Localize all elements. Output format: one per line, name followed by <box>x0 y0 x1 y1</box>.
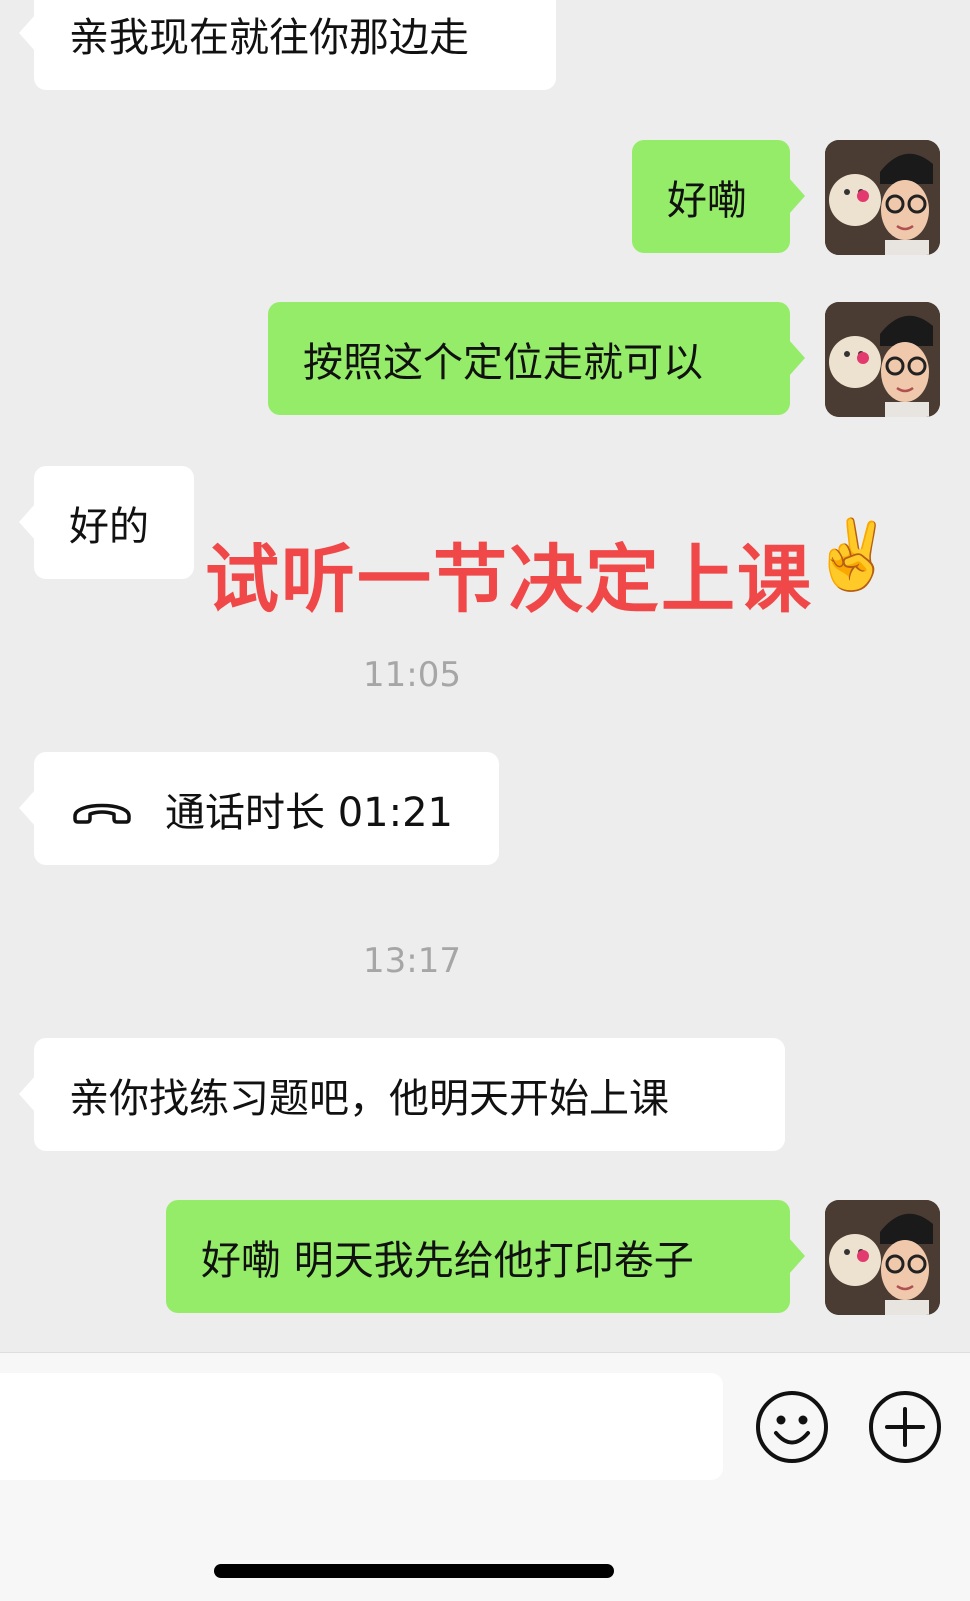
smiley-icon[interactable] <box>755 1390 829 1464</box>
message-text: 按照这个定位走就可以 <box>303 339 703 386</box>
timestamp: 13:17 <box>363 941 461 981</box>
avatar[interactable] <box>825 140 940 255</box>
outgoing-message[interactable]: 好嘞 明天我先给他打印卷子 <box>166 1200 805 1313</box>
input-bar <box>0 1352 970 1601</box>
message-text: 好嘞 明天我先给他打印卷子 <box>201 1237 694 1284</box>
call-record-message[interactable]: 通话时长 01:21 <box>19 752 499 865</box>
message-text: 亲我现在就往你那边走 <box>69 14 469 61</box>
call-duration-label: 通话时长 01:21 <box>165 789 453 836</box>
incoming-message[interactable]: 亲你找练习题吧，他明天开始上课 <box>19 1038 785 1151</box>
home-indicator <box>214 1564 614 1578</box>
plus-circle-icon[interactable] <box>868 1390 942 1464</box>
incoming-message[interactable]: 亲我现在就往你那边走 <box>19 0 556 90</box>
avatar[interactable] <box>825 1200 940 1315</box>
victory-hand-icon: ✌️ <box>810 516 895 595</box>
message-text: 好嘞 <box>667 177 747 224</box>
message-text: 好的 <box>69 503 149 550</box>
outgoing-message[interactable]: 好嘞 <box>632 140 805 253</box>
outgoing-message[interactable]: 按照这个定位走就可以 <box>268 302 805 415</box>
timestamp: 11:05 <box>363 655 461 695</box>
message-text: 亲你找练习题吧，他明天开始上课 <box>69 1075 669 1122</box>
avatar[interactable] <box>825 302 940 417</box>
phone-hangup-icon <box>73 803 131 824</box>
incoming-message[interactable]: 好的 <box>19 466 194 579</box>
overlay-caption: 试听一节决定上课 <box>205 537 813 623</box>
message-input[interactable] <box>0 1373 723 1480</box>
